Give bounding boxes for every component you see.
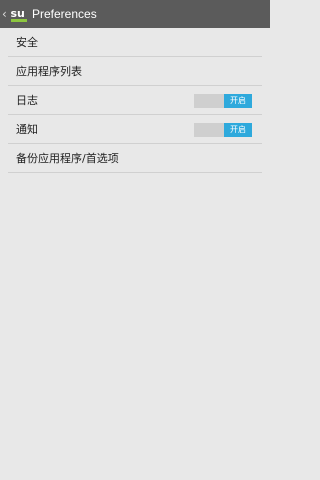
pref-log[interactable]: 日志 开启 [8, 86, 262, 115]
pref-notification[interactable]: 通知 开启 [8, 115, 262, 144]
pref-security-label: 安全 [16, 36, 38, 49]
pref-app-list[interactable]: 应用程序列表 [8, 57, 262, 86]
action-bar: ‹ su Preferences [0, 0, 270, 28]
pref-security[interactable]: 安全 [8, 28, 262, 57]
pref-backup-label: 备份应用程序/首选项 [16, 152, 119, 165]
log-toggle-on-label: 开启 [224, 94, 252, 108]
svg-text:su: su [11, 7, 25, 20]
pref-app-list-label: 应用程序列表 [16, 65, 82, 78]
notification-toggle[interactable]: 开启 [194, 123, 252, 137]
log-toggle[interactable]: 开启 [194, 94, 252, 108]
log-toggle-track [194, 94, 224, 108]
notification-toggle-track [194, 123, 224, 137]
back-chevron-icon[interactable]: ‹ [2, 0, 10, 28]
preferences-list: 安全 应用程序列表 日志 开启 通知 开启 备份应用程序/首选项 [0, 28, 270, 173]
pref-notification-label: 通知 [16, 123, 38, 136]
pref-log-label: 日志 [16, 94, 38, 107]
app-logo-icon[interactable]: su [10, 5, 28, 23]
pref-backup[interactable]: 备份应用程序/首选项 [8, 144, 262, 173]
notification-toggle-on-label: 开启 [224, 123, 252, 137]
page-title: Preferences [32, 7, 97, 21]
